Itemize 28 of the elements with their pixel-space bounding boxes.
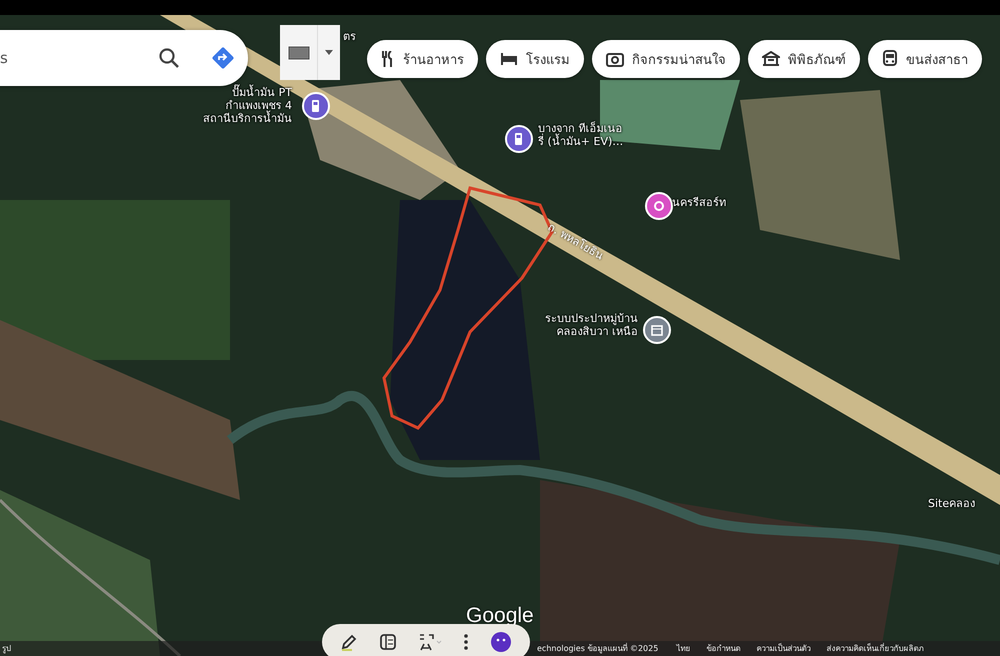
museum-icon [762, 51, 780, 67]
category-chip[interactable]: พิพิธภัณฑ์ [748, 40, 860, 78]
place-label: Siteคลอง [928, 497, 976, 510]
footer-link[interactable]: ไทย [676, 642, 690, 655]
place-label[interactable]: ปั๊มน้ำมัน PT กำแพงเพชร 4 สถานีบริการน้ำมัน [174, 86, 292, 125]
place-label[interactable]: นครรีสอร์ท [672, 196, 772, 209]
category-chip[interactable]: ร้านอาหาร [367, 40, 478, 78]
google-logo: Google [466, 604, 534, 628]
category-chip[interactable]: โรงแรม [486, 40, 584, 78]
place-label[interactable]: ระบบประปาหมู่บ้าน คลองสิบวา เหนือ [478, 312, 638, 338]
bed-icon [500, 52, 518, 66]
camera-icon [606, 51, 624, 67]
layer-toggle-button[interactable] [280, 25, 340, 80]
category-chip[interactable]: ขนส่งสาธา [868, 40, 982, 78]
fork-knife-icon [381, 51, 395, 67]
search-text: s [0, 49, 9, 67]
footer-link[interactable]: ความเป็นส่วนตัว [756, 642, 810, 655]
place-label[interactable]: บางจาก ทีเอ็มเนอ รี่ (น้ำมัน+ EV)… [538, 122, 678, 148]
place-label: ตร [343, 30, 356, 43]
bus-icon [882, 50, 898, 68]
caret-icon [324, 50, 332, 55]
attribution-text: รูป [2, 643, 11, 655]
footer-link[interactable]: ข้อกำหนด [706, 642, 740, 655]
map-layer-icon [288, 46, 310, 60]
footer-link[interactable]: ส่งความคิดเห็นเกี่ยวกับผลิตภ [826, 642, 924, 655]
category-chip[interactable]: กิจกรรมน่าสนใจ [592, 40, 740, 78]
copyright-text: echnologies ข้อมูลแผนที่ ©2025 [537, 642, 658, 655]
search-icon[interactable] [158, 47, 180, 69]
